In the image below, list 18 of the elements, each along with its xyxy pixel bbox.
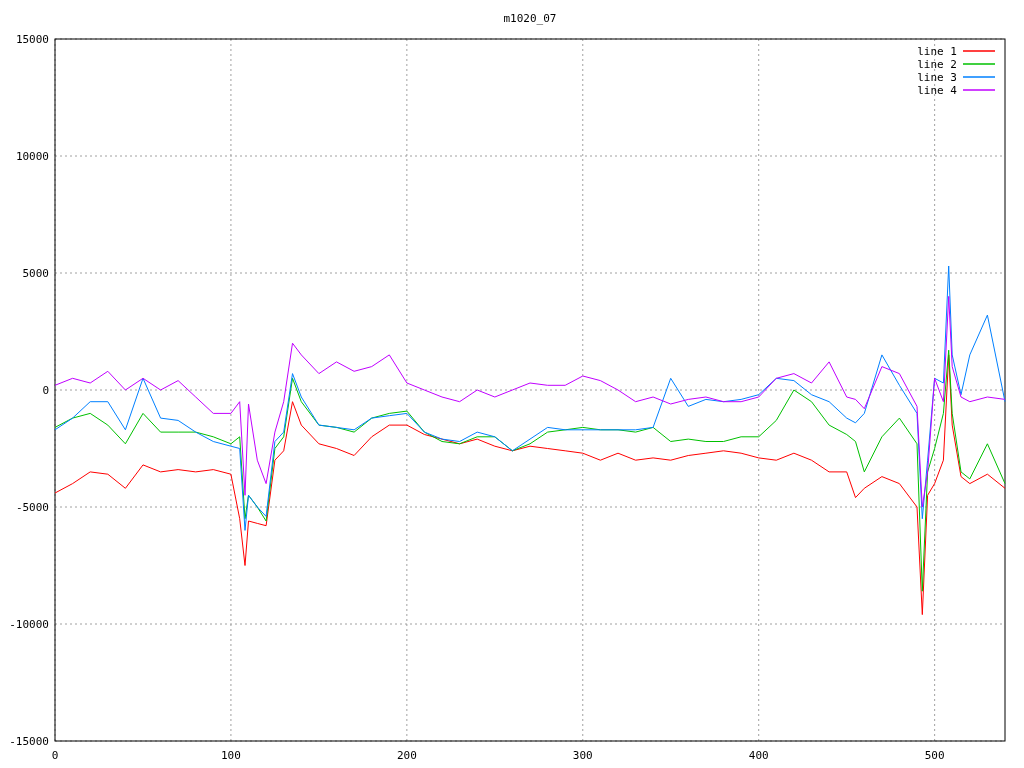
y-tick-label: -15000 [9, 735, 49, 748]
x-tick-label: 400 [748, 749, 769, 762]
x-tick-label: 300 [572, 749, 593, 762]
y-tick-label: 5000 [22, 267, 49, 280]
chart-title: m1020_07 [503, 12, 557, 25]
legend-label: line 4 [917, 84, 957, 97]
y-tick-label: 0 [42, 384, 49, 397]
x-tick-label: 200 [396, 749, 417, 762]
y-tick-label: 15000 [15, 33, 49, 46]
y-tick-label: -5000 [15, 501, 49, 514]
x-tick-label: 0 [51, 749, 59, 762]
legend-label: line 1 [917, 45, 957, 58]
legend-label: line 2 [917, 58, 957, 71]
y-tick-label: 10000 [15, 150, 49, 163]
legend-label: line 3 [917, 71, 957, 84]
x-tick-label: 100 [221, 749, 241, 762]
y-tick-label: -10000 [9, 618, 49, 631]
x-tick-label: 500 [924, 749, 945, 762]
